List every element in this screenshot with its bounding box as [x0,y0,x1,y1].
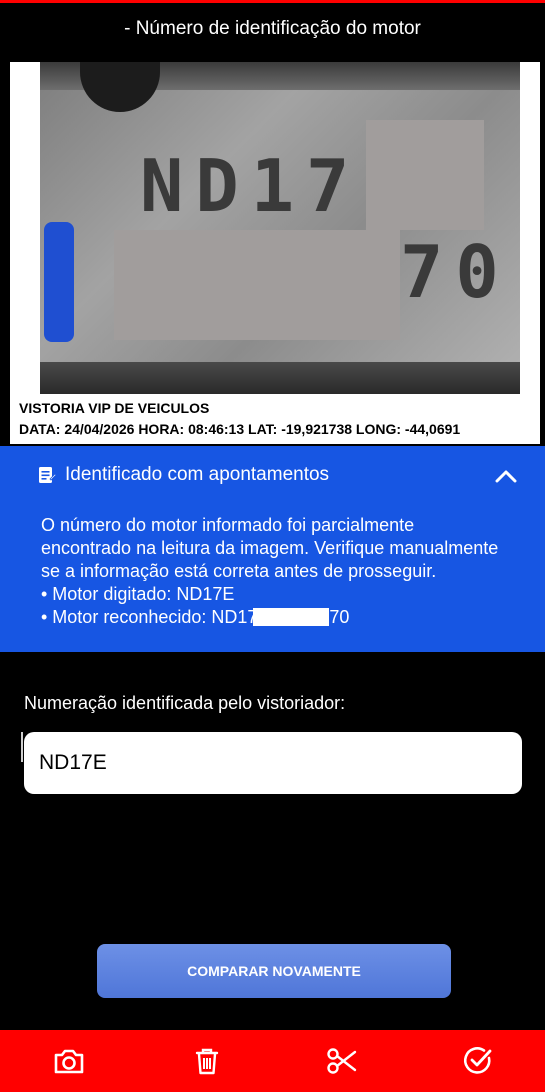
recognized-motor-item: • Motor reconhecido: ND17 70 [41,606,509,629]
inspector-number-input[interactable] [24,732,522,794]
alert-message-text: O número do motor informado foi parcialm… [41,515,499,581]
page-title: - Número de identificação do motor [124,18,421,39]
engine-plate-image: ND17 70 [40,62,520,394]
recognized-motor-suffix: 70 [329,607,350,627]
alert-title: Identificado com apontamentos [65,464,330,485]
redaction-block [366,120,484,230]
note-edit-icon [39,467,56,483]
image-dark-object [80,62,160,112]
field-focus-marker [21,732,23,762]
trash-icon[interactable] [190,1045,224,1077]
status-accent-line [0,0,545,3]
image-rim [40,362,520,394]
camera-icon[interactable] [52,1045,86,1077]
recognition-alert: Identificado com apontamentos O número d… [0,446,545,652]
bottom-toolbar [0,1030,545,1092]
check-circle-icon[interactable] [461,1045,495,1077]
recognized-motor-prefix: • Motor reconhecido: ND17 [41,607,258,627]
chevron-up-icon[interactable] [494,466,518,486]
inspector-number-label: Numeração identificada pelo vistoriador: [24,693,346,713]
alert-message: O número do motor informado foi parcialm… [41,514,509,629]
scissors-icon[interactable] [325,1045,359,1077]
redaction-block [114,230,400,340]
engraved-number-line1: ND17 [140,144,362,228]
photo-caption-metadata: DATA: 24/04/2026 HORA: 08:46:13 LAT: -19… [19,421,461,437]
engine-number-photo: ND17 70 VISTORIA VIP DE VEICULOS DATA: 2… [10,62,540,444]
image-blue-mark [44,222,74,342]
typed-motor-item: • Motor digitado: ND17E [41,584,235,604]
redaction-block [253,608,330,626]
compare-again-button[interactable]: COMPARAR NOVAMENTE [97,944,451,998]
alert-header[interactable]: Identificado com apontamentos [0,464,545,490]
photo-caption-company: VISTORIA VIP DE VEICULOS [19,400,210,416]
engraved-number-line2: 70 [400,230,511,314]
